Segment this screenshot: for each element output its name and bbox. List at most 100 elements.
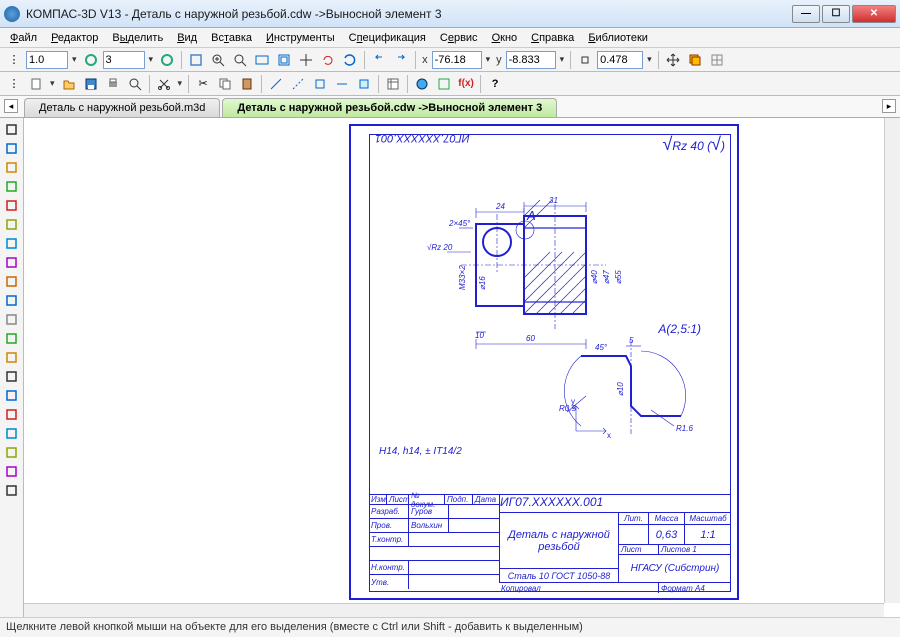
cut2-button[interactable]: ✂	[193, 74, 213, 94]
scrollbar-horizontal[interactable]	[24, 603, 884, 617]
canvas[interactable]: ИГ07.XXXXXX.001 √Rz 40 (√)	[24, 118, 900, 617]
tool-text-button[interactable]	[2, 196, 22, 214]
tool-cut-button[interactable]	[2, 424, 22, 442]
save-button[interactable]	[81, 74, 101, 94]
zoom-in-button[interactable]	[208, 50, 228, 70]
rotate-button[interactable]	[318, 50, 338, 70]
tool-line-button[interactable]	[2, 139, 22, 157]
scale-icon[interactable]	[575, 50, 595, 70]
detail-label: А(2,5:1)	[658, 322, 701, 336]
x-dropdown[interactable]: ▾	[484, 54, 493, 65]
tool-view-button[interactable]	[2, 329, 22, 347]
menu-вид[interactable]: Вид	[171, 30, 203, 46]
state-dropdown[interactable]: ▾	[147, 54, 156, 65]
tool-edit-button[interactable]	[2, 234, 22, 252]
vars-button[interactable]	[434, 74, 454, 94]
state-input[interactable]	[103, 51, 145, 69]
tool-param-button[interactable]	[2, 253, 22, 271]
toolbar-nav: ⋮ ▾ ▾ x ▾ y ▾ ▾	[0, 48, 900, 72]
menu-окно[interactable]: Окно	[486, 30, 524, 46]
tool-geom-button[interactable]	[2, 158, 22, 176]
tab-model[interactable]: Деталь с наружной резьбой.m3d	[24, 98, 220, 117]
tab-scroll-right[interactable]: ▸	[882, 99, 896, 113]
svg-text:⌀55: ⌀55	[614, 270, 623, 284]
tool-measure-button[interactable]	[2, 272, 22, 290]
copy-button[interactable]	[215, 74, 235, 94]
menu-инструменты[interactable]: Инструменты	[260, 30, 341, 46]
tool-report-button[interactable]	[2, 310, 22, 328]
new-button[interactable]	[26, 74, 46, 94]
tool-ruler-button[interactable]	[2, 348, 22, 366]
svg-text:2×45°: 2×45°	[448, 219, 471, 228]
lib-button[interactable]	[412, 74, 432, 94]
menu-спецификация[interactable]: Спецификация	[343, 30, 432, 46]
tool-symbol-button[interactable]	[2, 386, 22, 404]
svg-text:А: А	[526, 208, 536, 223]
menu-справка[interactable]: Справка	[525, 30, 580, 46]
tool-hatch-button[interactable]	[2, 215, 22, 233]
undo-button[interactable]	[369, 50, 389, 70]
zoom-input[interactable]	[26, 51, 68, 69]
titlebar: КОМПАС-3D V13 - Деталь с наружной резьбо…	[0, 0, 900, 28]
tab-scroll-left[interactable]: ◂	[4, 99, 18, 113]
open-button[interactable]	[59, 74, 79, 94]
new-dropdown[interactable]: ▾	[48, 78, 57, 89]
paste-button[interactable]	[237, 74, 257, 94]
tool-spec-button[interactable]	[2, 291, 22, 309]
tool-break-button[interactable]	[2, 367, 22, 385]
x-label: x	[420, 54, 430, 66]
minimize-button[interactable]: —	[792, 5, 820, 23]
style4-button[interactable]	[332, 74, 352, 94]
menu-вставка[interactable]: Вставка	[205, 30, 258, 46]
tool-cursor-button[interactable]	[2, 120, 22, 138]
print-button[interactable]	[103, 74, 123, 94]
tool-axis-button[interactable]	[2, 462, 22, 480]
menu-библиотеки[interactable]: Библиотеки	[582, 30, 654, 46]
state-fwd-button[interactable]	[157, 50, 177, 70]
menu-выделить[interactable]: Выделить	[106, 30, 169, 46]
cut-button[interactable]	[154, 74, 174, 94]
drawing-code-rotated: ИГ07.XXXXXX.001	[375, 132, 470, 144]
menu-сервис[interactable]: Сервис	[434, 30, 484, 46]
scale-dropdown[interactable]: ▾	[645, 54, 654, 65]
state-back-button[interactable]	[81, 50, 101, 70]
zoom-dropdown[interactable]: ▾	[70, 54, 79, 65]
x-coord-input[interactable]	[432, 51, 482, 69]
redo-button[interactable]	[391, 50, 411, 70]
y-dropdown[interactable]: ▾	[558, 54, 567, 65]
menu-файл[interactable]: Файл	[4, 30, 43, 46]
svg-text:y: y	[571, 397, 575, 406]
tool-table-button[interactable]	[2, 405, 22, 423]
statusbar: Щелкните левой кнопкой мыши на объекте д…	[0, 617, 900, 637]
style2-button[interactable]	[288, 74, 308, 94]
tool-layer-button[interactable]	[2, 443, 22, 461]
zoom-fit-button[interactable]	[252, 50, 272, 70]
refresh-button[interactable]	[340, 50, 360, 70]
style5-button[interactable]	[354, 74, 374, 94]
zoom-dyn-button[interactable]	[230, 50, 250, 70]
tool-frame-button[interactable]	[2, 481, 22, 499]
y-coord-input[interactable]	[506, 51, 556, 69]
fx-button[interactable]: f(x)	[456, 74, 476, 94]
zoom-window-button[interactable]	[186, 50, 206, 70]
props-button[interactable]	[383, 74, 403, 94]
svg-text:М33×2: М33×2	[458, 265, 467, 290]
tool-dim-button[interactable]	[2, 177, 22, 195]
layers-button[interactable]	[685, 50, 705, 70]
preview-button[interactable]	[125, 74, 145, 94]
grid-button[interactable]	[707, 50, 727, 70]
menu-редактор[interactable]: Редактор	[45, 30, 104, 46]
scrollbar-vertical[interactable]	[884, 118, 900, 603]
move-button[interactable]	[663, 50, 683, 70]
pan-button[interactable]	[296, 50, 316, 70]
cut-dropdown[interactable]: ▾	[176, 78, 185, 89]
tab-drawing[interactable]: Деталь с наружной резьбой.cdw ->Выносной…	[222, 98, 557, 117]
svg-text:x: x	[607, 431, 611, 440]
style1-button[interactable]	[266, 74, 286, 94]
style3-button[interactable]	[310, 74, 330, 94]
zoom-all-button[interactable]	[274, 50, 294, 70]
scale-input[interactable]	[597, 51, 643, 69]
close-button[interactable]: ✕	[852, 5, 896, 23]
maximize-button[interactable]: ☐	[822, 5, 850, 23]
help-button[interactable]: ?	[485, 74, 505, 94]
